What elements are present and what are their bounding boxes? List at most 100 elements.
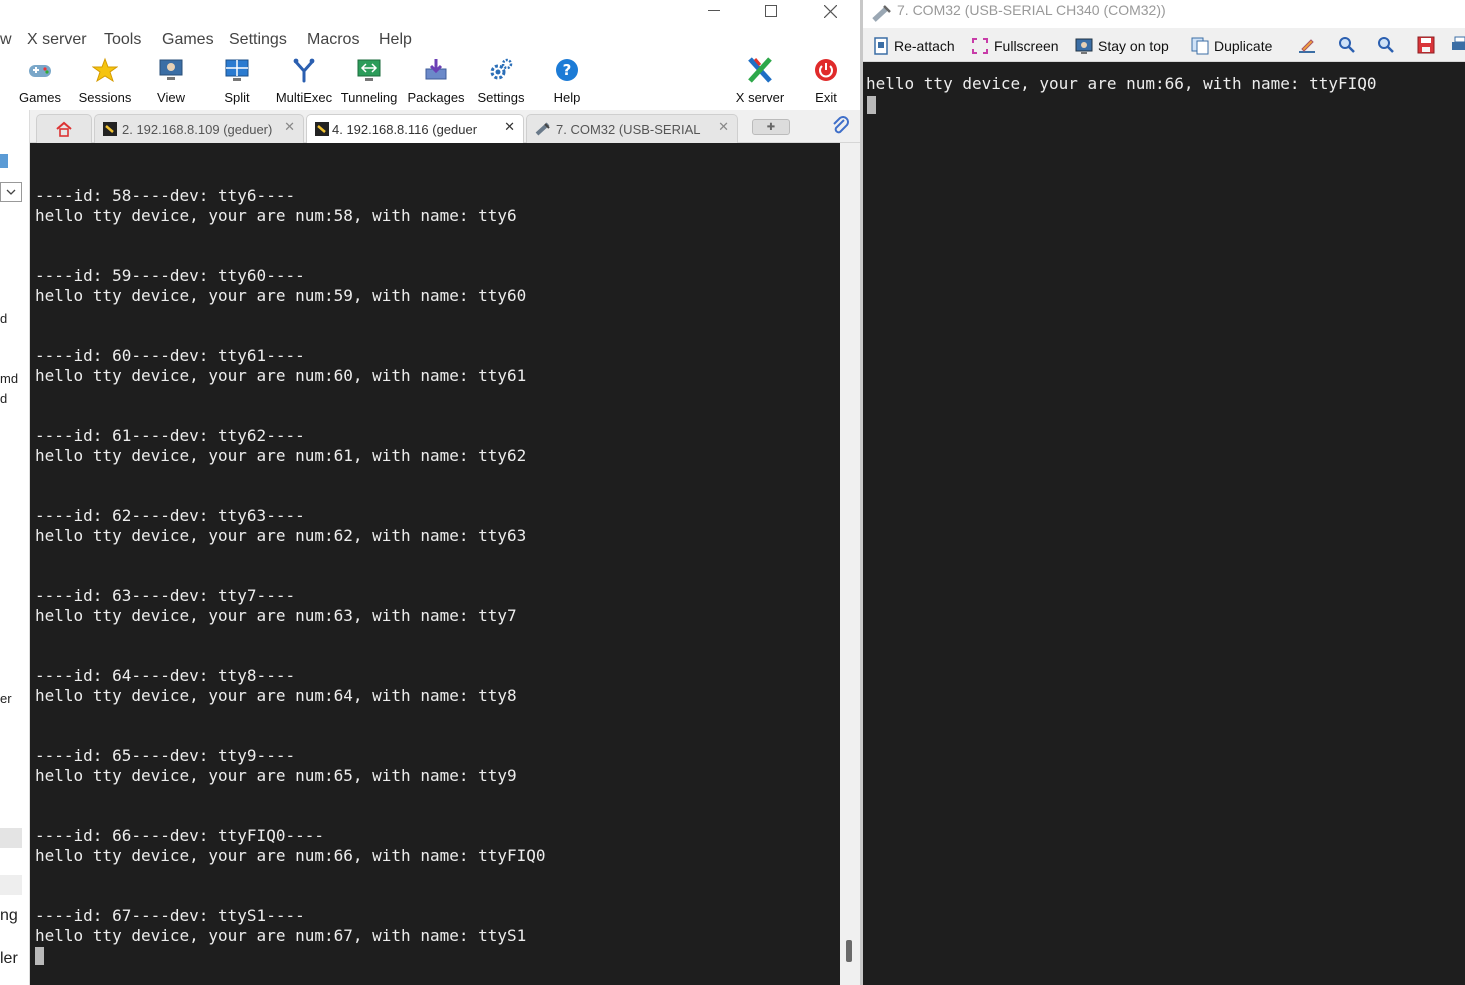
terminal-line: hello tty device, your are num:59, with …	[35, 286, 527, 305]
help-icon: ?	[553, 56, 581, 84]
stay-on-top-button[interactable]: Stay on top	[1075, 35, 1169, 57]
close-tab-icon[interactable]: ✕	[504, 120, 515, 135]
terminal-line: hello tty device, your are num:66, with …	[35, 846, 546, 865]
minimize-button[interactable]	[684, 0, 744, 22]
reattach-icon	[874, 37, 888, 55]
packages-button[interactable]: Packages	[406, 54, 466, 108]
sidebar-fragment: md	[0, 371, 19, 386]
session-tabbar: 2. 192.168.8.109 (geduer) ✕ 4. 192.168.8…	[0, 110, 860, 143]
tab-session-4[interactable]: 4. 192.168.8.116 (geduer ✕	[306, 114, 524, 143]
star-icon	[91, 56, 119, 84]
view-button[interactable]: View	[148, 54, 194, 108]
edit-button[interactable]	[1297, 35, 1317, 55]
terminal-line: hello tty device, your are num:63, with …	[35, 606, 517, 625]
sessions-button[interactable]: Sessions	[76, 54, 134, 108]
close-button[interactable]	[800, 0, 860, 22]
menu-help[interactable]: Help	[379, 31, 412, 49]
terminal-line: ----id: 65----dev: tty9----	[35, 746, 296, 765]
exit-label: Exit	[815, 90, 837, 105]
terminal-scrollbar[interactable]	[840, 143, 860, 985]
minimize-icon	[708, 10, 720, 11]
x-server-button[interactable]: X server	[732, 54, 788, 108]
sessions-label: Sessions	[78, 90, 132, 105]
chevron-down-icon	[6, 189, 16, 195]
games-button[interactable]: Games	[14, 54, 66, 108]
home-tab[interactable]	[36, 114, 92, 143]
close-tab-icon[interactable]: ✕	[284, 120, 295, 135]
menu-view[interactable]: w	[0, 31, 12, 49]
terminal-line: hello tty device, your are num:60, with …	[35, 366, 527, 385]
sidebar-selected-row[interactable]	[0, 828, 22, 848]
zoom-in-button[interactable]	[1337, 35, 1357, 55]
zoom-in-icon	[1339, 37, 1355, 53]
new-tab-button[interactable]: ✚	[752, 119, 790, 135]
multiexec-button[interactable]: MultiExec	[274, 54, 334, 108]
attach-button[interactable]	[830, 116, 850, 136]
terminal-session-4[interactable]: ----id: 58----dev: tty6---- hello tty de…	[30, 143, 840, 985]
fullscreen-icon	[972, 38, 988, 54]
tunnel-icon	[355, 56, 383, 84]
terminal-line: hello tty device, your are num:65, with …	[35, 766, 517, 785]
sidebar-partial: d md d er ng ler	[0, 110, 30, 985]
power-icon	[812, 56, 840, 84]
com32-detached-window: 7. COM32 (USB-SERIAL CH340 (COM32)) Re-a…	[863, 0, 1465, 985]
x-server-icon	[746, 56, 774, 84]
terminal-line: hello tty device, your are num:64, with …	[35, 686, 517, 705]
tab-session-2[interactable]: 2. 192.168.8.109 (geduer) ✕	[94, 114, 304, 143]
split-icon	[223, 56, 251, 84]
terminal-line: hello tty device, your are num:66, with …	[866, 74, 1377, 93]
close-tab-icon[interactable]: ✕	[718, 120, 729, 135]
multiexec-label: MultiExec	[275, 90, 333, 105]
sidebar-row[interactable]	[0, 875, 22, 895]
terminal-line: hello tty device, your are num:61, with …	[35, 446, 527, 465]
more-button[interactable]	[1451, 35, 1465, 55]
terminal-line: hello tty device, your are num:67, with …	[35, 926, 527, 945]
package-icon	[422, 56, 450, 84]
sidebar-folder-icon	[0, 154, 8, 168]
zoom-out-button[interactable]	[1376, 35, 1396, 55]
sidebar-dropdown[interactable]	[0, 182, 22, 202]
tab-session-7[interactable]: 7. COM32 (USB-SERIAL ✕	[526, 114, 738, 143]
reattach-label: Re-attach	[894, 38, 955, 54]
menu-settings[interactable]: Settings	[229, 31, 287, 49]
com32-toolbar: Re-attach Fullscreen Stay on top Duplica…	[863, 28, 1465, 62]
reattach-button[interactable]: Re-attach	[873, 35, 955, 57]
scrollbar-thumb[interactable]	[846, 940, 852, 962]
menu-games[interactable]: Games	[162, 31, 214, 49]
terminal-com32[interactable]: hello tty device, your are num:66, with …	[863, 62, 1465, 985]
settings-label: Settings	[477, 90, 525, 105]
sidebar-fragment: ng	[0, 907, 18, 924]
main-toolbar: Games Sessions View Split MultiExec Tunn…	[0, 52, 860, 110]
exit-button[interactable]: Exit	[806, 54, 846, 108]
terminal-cursor	[867, 96, 876, 114]
duplicate-button[interactable]: Duplicate	[1191, 35, 1272, 57]
tunneling-button[interactable]: Tunneling	[338, 54, 400, 108]
paperclip-icon	[833, 116, 849, 134]
terminal-line: ----id: 61----dev: tty62----	[35, 426, 305, 445]
help-label: Help	[553, 90, 581, 105]
terminal-line: ----id: 67----dev: ttyS1----	[35, 906, 305, 925]
settings-button[interactable]: Settings	[474, 54, 528, 108]
sidebar-fragment: d	[0, 391, 8, 406]
menu-tools[interactable]: Tools	[104, 31, 141, 49]
fullscreen-label: Fullscreen	[994, 38, 1059, 54]
fullscreen-button[interactable]: Fullscreen	[971, 35, 1059, 57]
duplicate-label: Duplicate	[1214, 38, 1273, 54]
home-icon	[56, 121, 72, 137]
tab-label: 2. 192.168.8.109 (geduer)	[122, 121, 273, 137]
menu-macros[interactable]: Macros	[307, 31, 359, 49]
help-button[interactable]: ? Help	[546, 54, 588, 108]
maximize-button[interactable]	[741, 0, 801, 22]
pencil-icon	[1299, 39, 1315, 53]
mobaxterm-main-window: w X server Tools Games Settings Macros H…	[0, 0, 860, 985]
fork-icon	[290, 56, 318, 84]
ssh-terminal-icon	[103, 122, 117, 136]
save-button[interactable]	[1416, 35, 1436, 55]
split-button[interactable]: Split	[214, 54, 260, 108]
menu-x-server[interactable]: X server	[27, 31, 87, 49]
menubar: w X server Tools Games Settings Macros H…	[0, 29, 860, 52]
plus-icon: ✚	[766, 121, 776, 133]
terminal-line: ----id: 64----dev: tty8----	[35, 666, 296, 685]
terminal-line: hello tty device, your are num:62, with …	[35, 526, 527, 545]
com32-titlebar: 7. COM32 (USB-SERIAL CH340 (COM32))	[863, 0, 1465, 28]
